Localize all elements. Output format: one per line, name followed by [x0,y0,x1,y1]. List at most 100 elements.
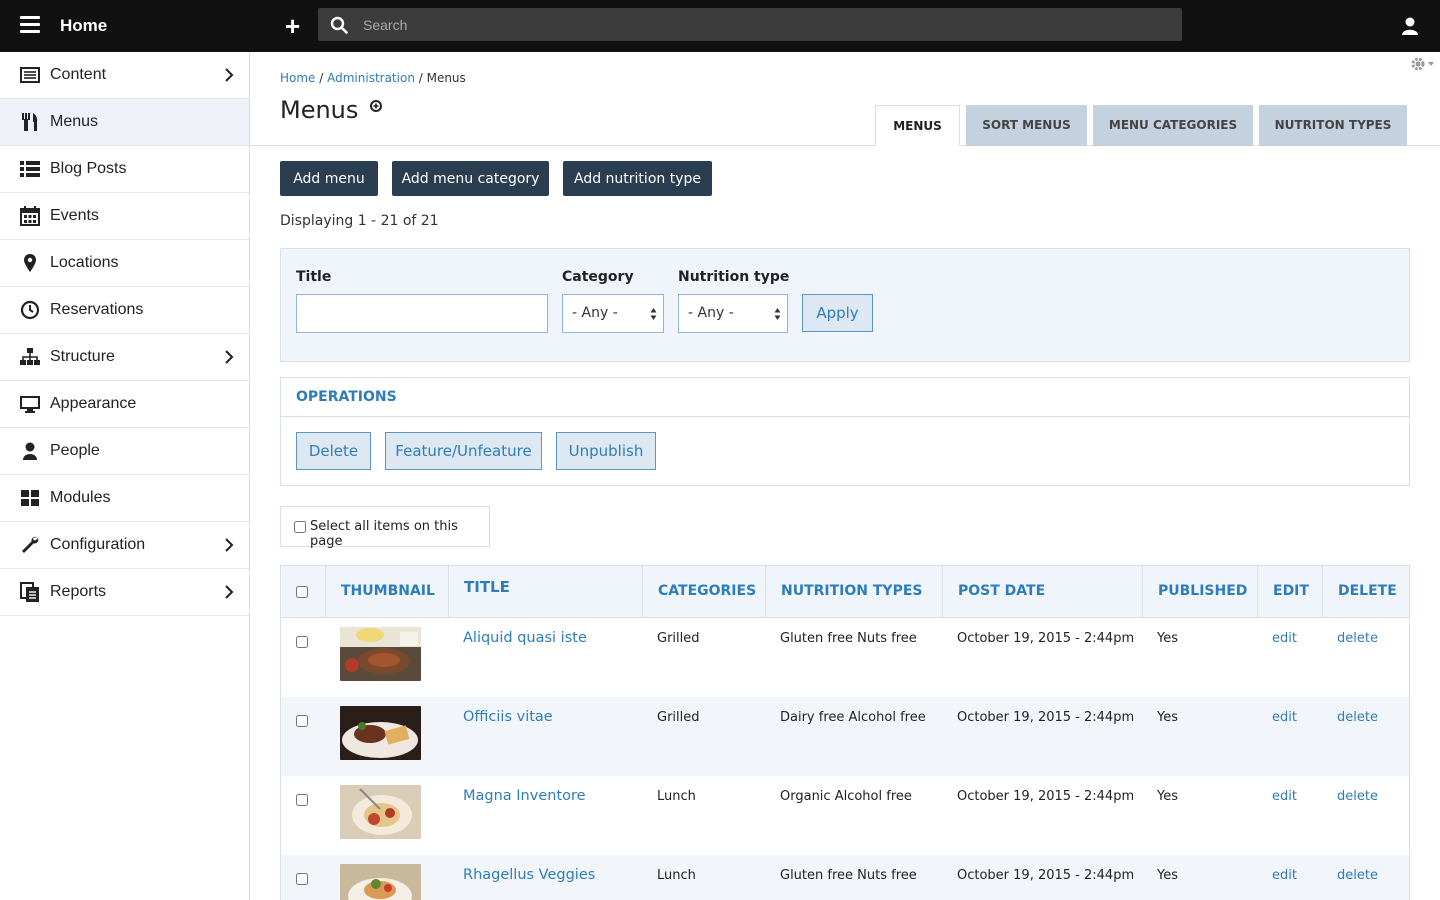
tab-menu-categories[interactable]: MENU CATEGORIES [1093,105,1253,146]
row-edit-link[interactable]: edit [1272,710,1297,725]
result-summary: Displaying 1 - 21 of 21 [280,213,439,229]
table-row: Aliquid quasi iste Grilled Gluten free N… [281,618,1409,697]
sidebar-item-label: Reports [50,583,107,600]
home-link[interactable]: Home [60,16,107,36]
add-to-shortcuts-icon[interactable] [370,100,382,112]
thumbnail-image[interactable] [340,785,421,839]
header-edit: EDIT [1258,566,1323,617]
operations-divider [281,416,1409,417]
row-title-link[interactable]: Officiis vitae [463,709,553,725]
row-post-date: October 19, 2015 - 2:44pm [957,710,1135,725]
row-post-date: October 19, 2015 - 2:44pm [957,868,1135,883]
row-edit-link[interactable]: edit [1272,868,1297,883]
breadcrumb-separator: / [414,71,427,85]
row-delete-link[interactable]: delete [1337,710,1378,725]
sidebar-item-reports[interactable]: Reports [0,569,249,616]
nutrition-type-select[interactable]: - Any - [678,294,788,333]
select-arrows-icon [650,308,657,320]
category-filter-label: Category [562,269,634,285]
breadcrumb-current: Menus [426,71,466,85]
feature-unfeature-button[interactable]: Feature/Unfeature [385,432,542,470]
tab-menus[interactable]: MENUS [875,105,960,146]
category-select[interactable]: - Any - [562,294,664,333]
add-nutrition-type-button[interactable]: Add nutrition type [563,161,712,196]
row-delete-link[interactable]: delete [1337,868,1378,883]
header-delete: DELETE [1338,583,1397,599]
chevron-right-icon [225,68,234,82]
unpublish-button[interactable]: Unpublish [556,432,656,470]
sidebar-item-blog-posts[interactable]: Blog Posts [0,146,249,193]
breadcrumb-home-link[interactable]: Home [280,71,315,85]
sidebar-item-label: Modules [50,489,111,506]
apply-button[interactable]: Apply [802,294,873,332]
sidebar-item-people[interactable]: People [0,428,249,475]
row-nutrition-types: Gluten free Nuts free [780,868,917,883]
row-post-date: October 19, 2015 - 2:44pm [957,789,1135,804]
search-input[interactable] [363,8,1163,41]
delete-button[interactable]: Delete [296,432,371,470]
sidebar-item-modules[interactable]: Modules [0,475,249,522]
header-categories: CATEGORIES [643,566,766,617]
row-title-link[interactable]: Rhagellus Veggies [463,867,595,883]
search-icon[interactable] [330,16,348,34]
header-check-cell [281,566,326,617]
breadcrumb-administration-link[interactable]: Administration [327,71,415,85]
sidebar-item-menus[interactable]: Menus [0,99,249,146]
row-delete-link[interactable]: delete [1337,789,1378,804]
thumbnail-image[interactable] [340,706,421,760]
sidebar-item-configuration[interactable]: Configuration [0,522,249,569]
row-checkbox[interactable] [296,715,308,727]
table-header: THUMBNAIL TITLE CATEGORIES NUTRITION TYP… [281,566,1409,618]
wrench-icon [22,536,39,553]
sidebar-item-events[interactable]: Events [0,193,249,240]
sidebar-item-content[interactable]: Content [0,52,249,99]
sidebar-item-label: Content [50,66,107,83]
row-nutrition-types: Gluten free Nuts free [780,631,917,646]
add-shortcut-icon[interactable]: + [285,13,300,39]
header-select-checkbox[interactable] [296,586,308,598]
search-box [318,8,1182,41]
row-checkbox[interactable] [296,636,308,648]
header-nutrition-types: NUTRITION TYPES [766,566,943,617]
gear-icon[interactable] [1410,56,1436,72]
header-title[interactable]: TITLE [449,566,643,617]
operations-panel: OPERATIONS Delete Feature/Unfeature Unpu… [280,377,1410,486]
row-delete-link[interactable]: delete [1337,631,1378,646]
sidebar-item-appearance[interactable]: Appearance [0,381,249,428]
sitemap-icon [20,348,40,365]
tab-nutrition-types[interactable]: NUTRITON TYPES [1259,105,1407,146]
row-category: Grilled [657,710,700,725]
chevron-right-icon [225,538,234,552]
sidebar-item-label: Appearance [50,395,137,412]
table-row: Rhagellus Veggies Lunch Gluten free Nuts… [281,855,1409,900]
row-checkbox[interactable] [296,873,308,885]
add-menu-category-button[interactable]: Add menu category [392,161,549,196]
filter-panel: Title Category - Any - Nutrition type - … [280,248,1410,362]
thumbnail-image[interactable] [340,864,421,900]
header-thumbnail: THUMBNAIL [326,566,449,617]
user-icon[interactable] [1400,16,1420,36]
row-title-link[interactable]: Magna Inventore [463,788,586,804]
select-all-checkbox[interactable] [294,521,306,533]
add-menu-button[interactable]: Add menu [280,161,378,196]
row-edit-link[interactable]: edit [1272,789,1297,804]
title-filter-input[interactable] [296,294,548,333]
sidebar-item-reservations[interactable]: Reservations [0,287,249,334]
sidebar-item-label: Menus [50,113,99,130]
sidebar-item-locations[interactable]: Locations [0,240,249,287]
hamburger-menu-icon[interactable] [20,16,40,34]
thumbnail-image[interactable] [340,627,421,681]
sidebar-item-structure[interactable]: Structure [0,334,249,381]
header-published[interactable]: PUBLISHED [1143,566,1258,617]
row-edit-link[interactable]: edit [1272,631,1297,646]
row-category: Grilled [657,631,700,646]
header-post-date[interactable]: POST DATE [943,566,1143,617]
menus-table: THUMBNAIL TITLE CATEGORIES NUTRITION TYP… [280,565,1410,900]
modules-icon [21,490,39,506]
row-checkbox[interactable] [296,794,308,806]
row-title-link[interactable]: Aliquid quasi iste [463,630,587,646]
tab-sort-menus[interactable]: SORT MENUS [966,105,1087,146]
sidebar-item-label: Configuration [50,536,146,553]
list-icon [20,161,40,177]
nutrition-filter-label: Nutrition type [678,269,790,285]
